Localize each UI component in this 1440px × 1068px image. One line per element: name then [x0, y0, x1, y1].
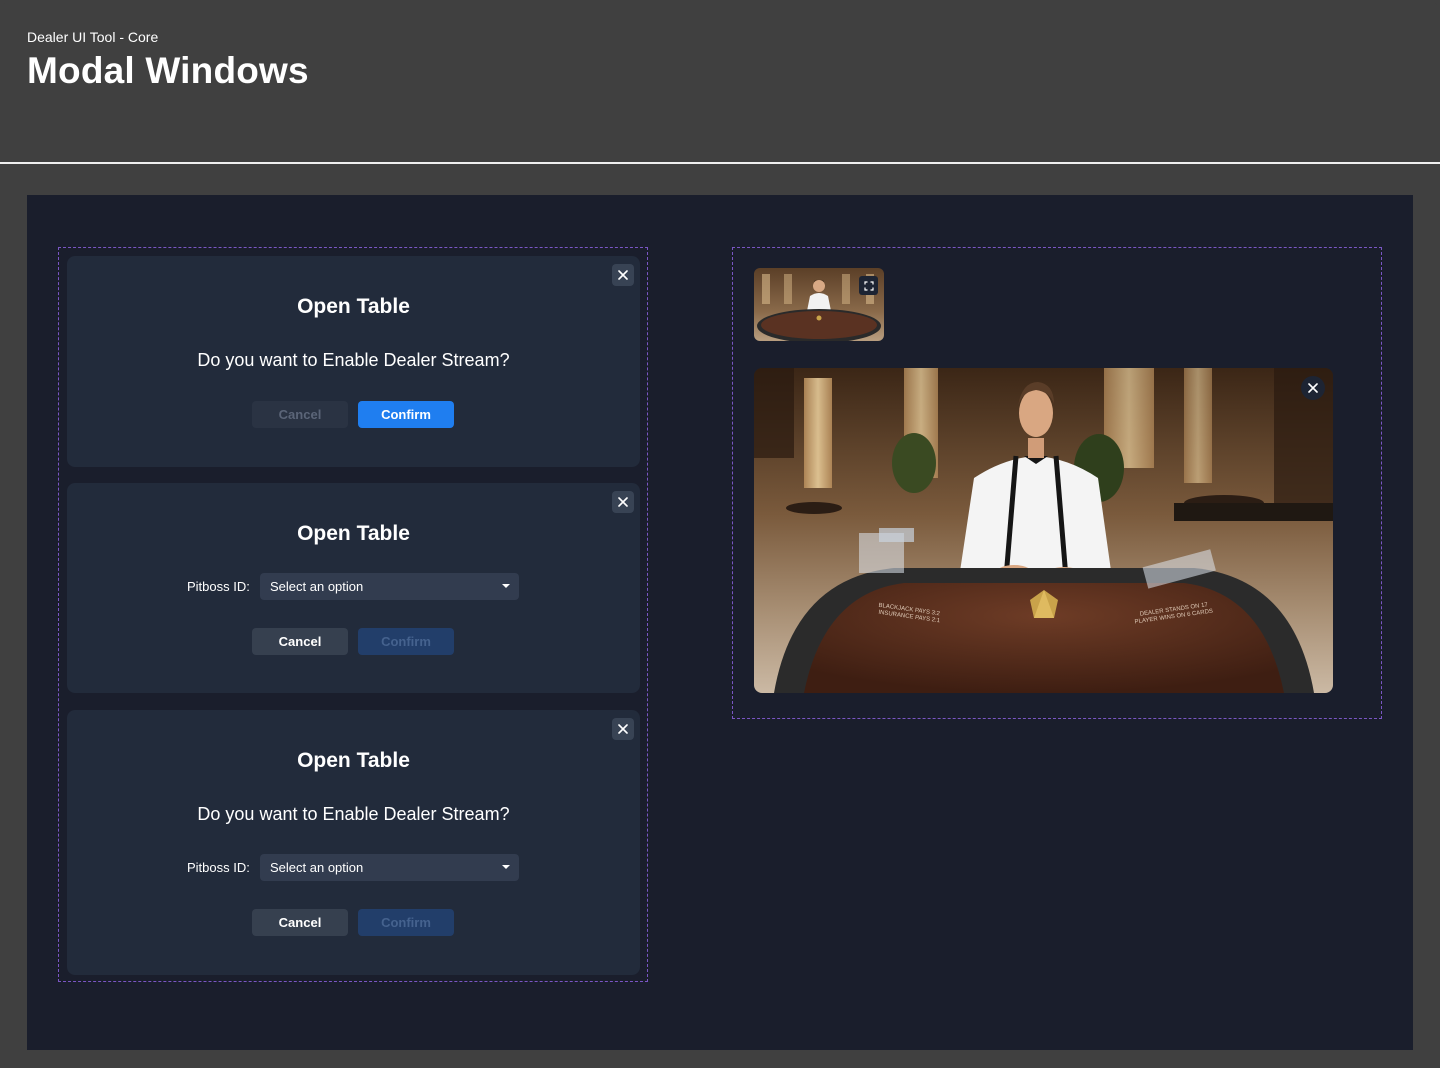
stream-thumbnail[interactable]	[754, 268, 884, 341]
expand-button[interactable]	[859, 276, 878, 295]
close-icon	[618, 270, 628, 280]
close-icon	[618, 724, 628, 734]
modal-close-button[interactable]	[612, 264, 634, 286]
modal-actions: Cancel Confirm	[252, 628, 454, 655]
cancel-button[interactable]: Cancel	[252, 628, 348, 655]
breadcrumb: Dealer UI Tool - Core	[27, 29, 159, 45]
pitboss-select[interactable]: Select an option	[260, 573, 519, 600]
cancel-button[interactable]: Cancel	[252, 401, 348, 428]
expand-icon	[863, 280, 874, 291]
showcase-canvas: Open Table Do you want to Enable Dealer …	[27, 195, 1413, 1050]
dealer-stream-video[interactable]: BLACKJACK PAYS 3:2 INSURANCE PAYS 2:1 DE…	[754, 368, 1333, 693]
modal-close-button[interactable]	[612, 718, 634, 740]
pitboss-label: Pitboss ID:	[187, 579, 250, 594]
cancel-button[interactable]: Cancel	[252, 909, 348, 936]
chevron-down-icon	[502, 865, 510, 869]
stream-preview-group: BLACKJACK PAYS 3:2 INSURANCE PAYS 2:1 DE…	[732, 247, 1382, 719]
page-title: Modal Windows	[27, 50, 309, 91]
modal-pitboss-select: Open Table Pitboss ID: Select an option …	[67, 483, 640, 693]
chevron-down-icon	[502, 584, 510, 588]
modal-stream-and-pitboss: Open Table Do you want to Enable Dealer …	[67, 710, 640, 975]
pitboss-label: Pitboss ID:	[187, 860, 250, 875]
modal-title: Open Table	[297, 749, 410, 772]
modal-question: Do you want to Enable Dealer Stream?	[197, 804, 510, 824]
pitboss-select[interactable]: Select an option	[260, 854, 519, 881]
modal-close-button[interactable]	[612, 491, 634, 513]
close-icon	[1308, 383, 1318, 393]
video-close-button[interactable]	[1301, 376, 1325, 400]
confirm-button[interactable]: Confirm	[358, 628, 454, 655]
modal-question: Do you want to Enable Dealer Stream?	[197, 350, 510, 370]
close-icon	[618, 497, 628, 507]
header-divider	[0, 162, 1440, 164]
modal-actions: Cancel Confirm	[252, 909, 454, 936]
modal-title: Open Table	[297, 295, 410, 318]
page: Dealer UI Tool - Core Modal Windows Open…	[0, 0, 1440, 1068]
pitboss-field: Pitboss ID: Select an option	[187, 854, 519, 881]
page-header: Dealer UI Tool - Core Modal Windows	[0, 0, 1440, 164]
pitboss-select-value: Select an option	[270, 579, 364, 594]
modal-variants-group: Open Table Do you want to Enable Dealer …	[58, 247, 648, 982]
pitboss-field: Pitboss ID: Select an option	[187, 573, 519, 600]
modal-title: Open Table	[297, 522, 410, 545]
confirm-button[interactable]: Confirm	[358, 909, 454, 936]
modal-actions: Cancel Confirm	[252, 401, 454, 428]
pitboss-select-value: Select an option	[270, 860, 364, 875]
modal-confirm-stream: Open Table Do you want to Enable Dealer …	[67, 256, 640, 467]
confirm-button[interactable]: Confirm	[358, 401, 454, 428]
dealer-stream-image: BLACKJACK PAYS 3:2 INSURANCE PAYS 2:1 DE…	[754, 368, 1333, 693]
